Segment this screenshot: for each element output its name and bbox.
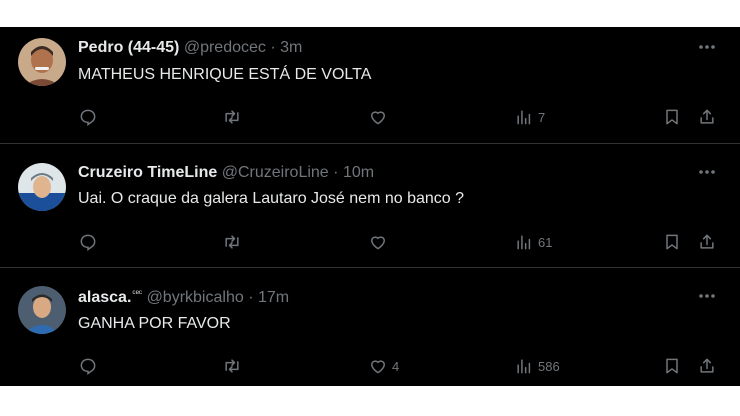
name-badge: ᶜᵉᶜ: [132, 288, 143, 298]
timestamp[interactable]: 17m: [258, 289, 289, 306]
like-button[interactable]: 4: [368, 354, 399, 378]
tweet-text: GANHA POR FAVOR: [78, 315, 231, 332]
like-count: 4: [392, 358, 400, 374]
action-bar: 61: [0, 230, 740, 254]
display-name[interactable]: alasca.: [78, 289, 131, 306]
retweet-icon: [225, 359, 239, 373]
retweet-button[interactable]: [222, 230, 242, 254]
share-icon: [700, 109, 714, 124]
avatar-image: [18, 286, 66, 334]
display-name[interactable]: Pedro (44-45): [78, 39, 179, 56]
avatar[interactable]: [18, 286, 66, 334]
retweet-button[interactable]: [222, 105, 242, 129]
reply-icon: [80, 109, 96, 126]
tweet-header: Pedro (44-45) @predocec · 3m: [78, 39, 302, 59]
tweet-text: Uai. O craque da galera Lautaro José nem…: [78, 190, 465, 207]
bookmark-icon: [666, 358, 678, 374]
handle[interactable]: @CruzeiroLine: [222, 164, 329, 181]
timestamp[interactable]: 10m: [343, 164, 374, 181]
heart-icon: [371, 111, 385, 125]
tweet-header: Cruzeiro TimeLine @CruzeiroLine · 10m: [78, 164, 374, 184]
more-icon[interactable]: [698, 44, 716, 50]
views-button[interactable]: 7: [514, 105, 545, 129]
separator: ·: [248, 289, 254, 306]
retweet-icon: [225, 235, 239, 249]
action-bar: 7: [0, 105, 740, 129]
reply-button[interactable]: [78, 105, 98, 129]
tweet-header: alasca.ᶜᵉᶜ @byrkbicalho · 17m: [78, 288, 289, 308]
timestamp[interactable]: 3m: [280, 39, 302, 56]
share-icon: [700, 358, 714, 373]
avatar[interactable]: [18, 163, 66, 211]
timeline-feed: Pedro (44-45) @predocec · 3m MATHEUS HEN…: [0, 27, 740, 386]
handle[interactable]: @predocec: [184, 39, 266, 56]
views-button[interactable]: 586: [514, 354, 560, 378]
handle[interactable]: @byrkbicalho: [147, 289, 244, 306]
view-count: 586: [538, 358, 560, 374]
retweet-button[interactable]: [222, 354, 242, 378]
tweet-text: MATHEUS HENRIQUE ESTÁ DE VOLTA: [78, 66, 372, 83]
bookmark-button[interactable]: [662, 230, 682, 254]
more-icon[interactable]: [698, 169, 716, 175]
display-name[interactable]: Cruzeiro TimeLine: [78, 164, 217, 181]
avatar-image: [18, 38, 66, 86]
views-icon: [517, 110, 531, 125]
avatar[interactable]: [18, 38, 66, 86]
views-icon: [517, 359, 531, 374]
bookmark-icon: [666, 109, 678, 125]
like-button[interactable]: [368, 105, 392, 129]
share-icon: [700, 234, 714, 249]
avatar-image: [18, 163, 66, 211]
separator: ·: [270, 39, 276, 56]
like-button[interactable]: [368, 230, 392, 254]
view-count: 61: [538, 234, 553, 250]
views-button[interactable]: 61: [514, 230, 552, 254]
heart-icon: [371, 360, 385, 374]
share-button[interactable]: [697, 354, 717, 378]
heart-icon: [371, 236, 385, 250]
reply-icon: [80, 234, 96, 251]
retweet-icon: [225, 110, 239, 124]
bookmark-icon: [666, 234, 678, 250]
action-bar: 4 586: [0, 354, 740, 378]
more-icon[interactable]: [698, 293, 716, 299]
reply-button[interactable]: [78, 354, 98, 378]
view-count: 7: [538, 109, 546, 125]
bookmark-button[interactable]: [662, 105, 682, 129]
reply-button[interactable]: [78, 230, 98, 254]
separator: ·: [333, 164, 339, 181]
reply-icon: [80, 358, 96, 375]
share-button[interactable]: [697, 230, 717, 254]
views-icon: [517, 235, 531, 250]
bookmark-button[interactable]: [662, 354, 682, 378]
share-button[interactable]: [697, 105, 717, 129]
tweet-card[interactable]: Pedro (44-45) @predocec · 3m MATHEUS HEN…: [0, 27, 740, 144]
